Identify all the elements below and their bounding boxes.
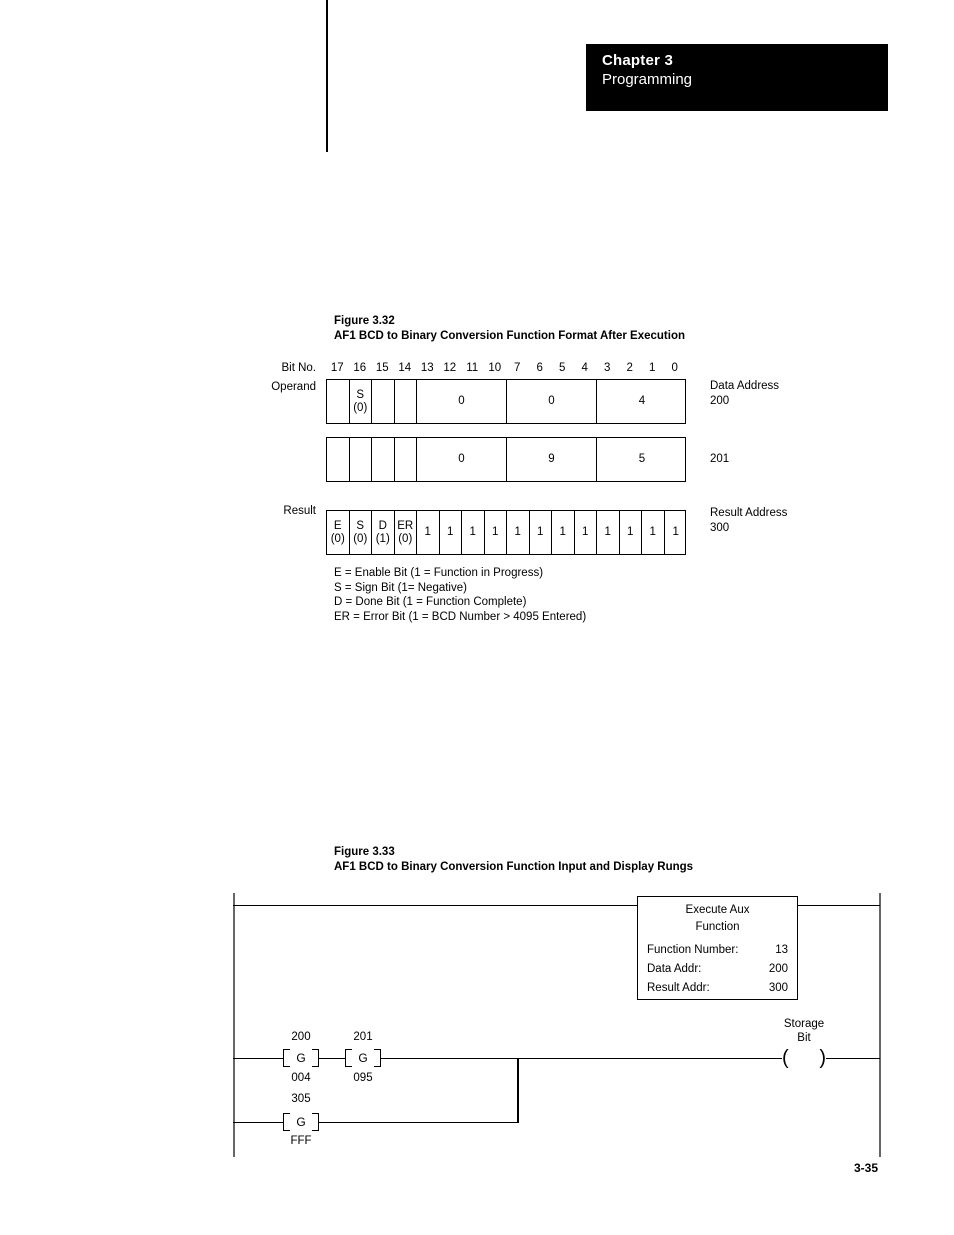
figure-3-33-caption-line2: AF1 BCD to Binary Conversion Function In… bbox=[334, 861, 694, 873]
branch-wire-left bbox=[233, 1122, 283, 1124]
rung-2-wire-a bbox=[233, 1058, 283, 1060]
aux-block-row-1: Data Addr: 200 bbox=[647, 960, 788, 979]
contact-bracket-right-icon bbox=[374, 1049, 381, 1067]
ladder-left-rail bbox=[233, 893, 235, 1157]
storage-bit-output-coil[interactable]: ( ) bbox=[782, 1047, 826, 1071]
figure-3-33-caption-line1: Figure 3.33 bbox=[334, 846, 395, 858]
aux-block-title-line2: Function bbox=[695, 921, 740, 933]
contact-200-bottom-tag: 004 bbox=[291, 1072, 311, 1084]
contact-305-fff[interactable]: G bbox=[283, 1112, 319, 1132]
coil-label-line2: Bit bbox=[797, 1032, 811, 1044]
aux-row-label: Function Number: bbox=[647, 944, 739, 956]
ladder-right-rail bbox=[879, 893, 881, 1157]
execute-aux-function-block[interactable]: Execute Aux Function Function Number: 13 D… bbox=[637, 896, 798, 1000]
coil-paren-right-icon: ) bbox=[819, 1047, 826, 1069]
contact-200-004[interactable]: G bbox=[283, 1048, 319, 1068]
aux-row-label: Data Addr: bbox=[647, 963, 702, 975]
aux-row-value: 300 bbox=[768, 982, 788, 994]
rung-1-wire-left bbox=[233, 905, 638, 907]
contact-bracket-right-icon bbox=[312, 1113, 319, 1131]
aux-row-value: 200 bbox=[768, 963, 788, 975]
aux-row-value: 13 bbox=[775, 944, 788, 956]
contact-200-top-tag: 200 bbox=[291, 1031, 311, 1043]
figure-3-33: Figure 3.33 AF1 BCD to Binary Conversion… bbox=[0, 0, 954, 1235]
rung-2-wire-c bbox=[381, 1058, 782, 1060]
contact-bracket-right-icon bbox=[312, 1049, 319, 1067]
contact-201-bottom-tag: 095 bbox=[353, 1072, 373, 1084]
aux-block-row-2: Result Addr: 300 bbox=[647, 979, 788, 998]
contact-201-095[interactable]: G bbox=[345, 1048, 381, 1068]
coil-paren-left-icon: ( bbox=[782, 1047, 789, 1069]
coil-label-line1: Storage bbox=[783, 1018, 825, 1030]
rung-2-wire-b bbox=[319, 1058, 345, 1060]
contact-201-top-tag: 201 bbox=[353, 1031, 373, 1043]
aux-block-row-0: Function Number: 13 bbox=[647, 941, 788, 960]
rung-2-wire-d bbox=[825, 1058, 880, 1060]
aux-block-title-line1: Execute Aux bbox=[685, 904, 750, 916]
contact-305-top-tag: 305 bbox=[291, 1093, 311, 1105]
contact-305-bottom-tag: FFF bbox=[290, 1135, 312, 1147]
aux-row-label: Result Addr: bbox=[647, 982, 710, 994]
rung-1-wire-right bbox=[797, 905, 880, 907]
branch-vertical-wire bbox=[517, 1058, 519, 1123]
branch-wire-right bbox=[319, 1122, 519, 1124]
